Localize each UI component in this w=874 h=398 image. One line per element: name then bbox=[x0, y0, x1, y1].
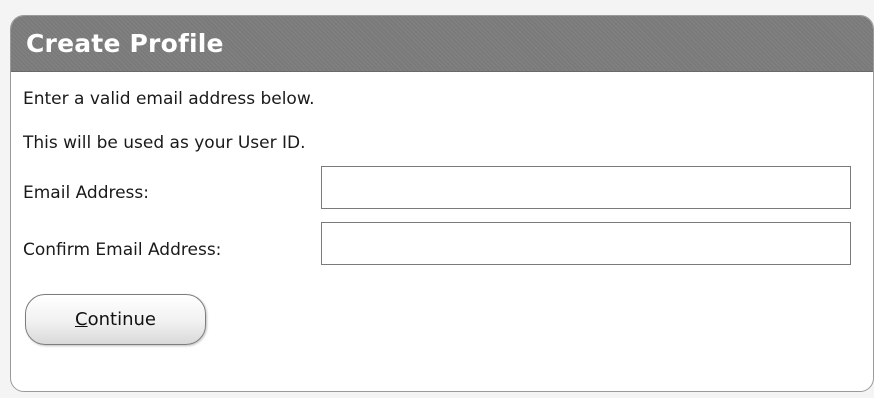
email-label: Email Address: bbox=[23, 183, 149, 203]
panel-title: Create Profile bbox=[26, 29, 224, 58]
intro-text-user-id: This will be used as your User ID. bbox=[23, 133, 306, 153]
panel-header: Create Profile bbox=[11, 16, 873, 72]
confirm-email-label: Confirm Email Address: bbox=[23, 240, 222, 260]
email-field[interactable] bbox=[321, 166, 851, 209]
continue-button-mnemonic: C bbox=[75, 309, 88, 330]
confirm-email-field[interactable] bbox=[321, 222, 851, 265]
continue-button-label: ontinue bbox=[87, 309, 156, 330]
intro-text-email: Enter a valid email address below. bbox=[23, 89, 315, 109]
continue-button[interactable]: Continue bbox=[25, 294, 206, 345]
